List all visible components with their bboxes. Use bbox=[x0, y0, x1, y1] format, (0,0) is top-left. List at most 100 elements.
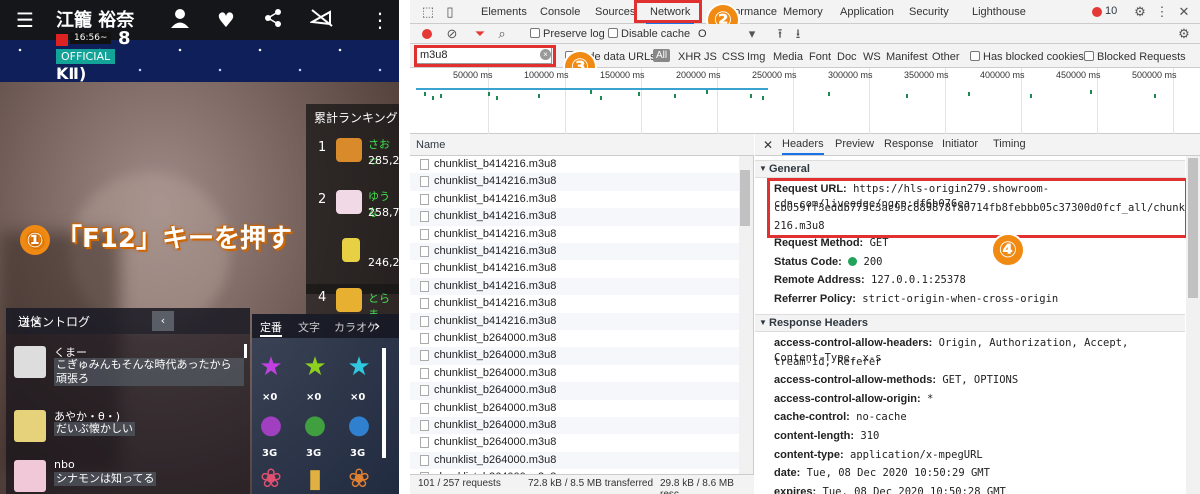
upload-icon[interactable]: ⭱ bbox=[772, 26, 788, 42]
tab-console[interactable]: Console bbox=[536, 0, 584, 24]
heart-plus-icon[interactable]: ♥ bbox=[217, 8, 235, 32]
daruma-gift-icon[interactable]: ● bbox=[344, 410, 374, 440]
ranking-row[interactable]: 4 とらま bbox=[306, 284, 399, 321]
filter-xhr[interactable]: XHR bbox=[678, 50, 701, 64]
filter-js[interactable]: JS bbox=[704, 50, 717, 64]
device-toolbar-icon[interactable]: ▯ bbox=[442, 4, 458, 20]
filter-manifest[interactable]: Manifest bbox=[886, 50, 928, 64]
tab-response[interactable]: Response bbox=[884, 138, 934, 150]
ranking-row[interactable]: 2 ゆうな 258,74 bbox=[306, 186, 399, 238]
star-gift-icon[interactable]: ★ bbox=[300, 352, 330, 382]
gift-scrollbar[interactable] bbox=[382, 348, 386, 458]
close-icon[interactable]: ✕ bbox=[1176, 4, 1192, 20]
tab-security[interactable]: Security bbox=[905, 0, 953, 24]
share-icon[interactable] bbox=[264, 8, 282, 33]
request-row[interactable]: chunklist_b414216.m3u8 bbox=[410, 260, 740, 278]
chevron-left-icon[interactable]: ‹ bbox=[152, 311, 174, 331]
request-row[interactable]: chunklist_b264000.m3u8 bbox=[410, 451, 740, 470]
ranking-row[interactable]: 1 さおっ 285,2 bbox=[306, 134, 399, 186]
filter-media[interactable]: Media bbox=[773, 50, 803, 64]
more-vert-icon[interactable]: ⋮ bbox=[1154, 4, 1170, 20]
download-icon[interactable]: ⭳ bbox=[790, 26, 806, 42]
ranking-row[interactable]: 246,2 bbox=[306, 234, 399, 286]
mute-icon[interactable] bbox=[308, 8, 334, 33]
filter-css[interactable]: CSS bbox=[722, 50, 745, 64]
gift-icon[interactable]: ▮ bbox=[300, 464, 330, 494]
throttle-select[interactable]: O bbox=[698, 27, 707, 41]
request-row[interactable]: chunklist_b414216.m3u8 bbox=[410, 295, 740, 313]
filter-doc[interactable]: Doc bbox=[837, 50, 857, 64]
more-vert-icon[interactable]: ⋮ bbox=[370, 8, 390, 32]
preserve-log-checkbox[interactable]: Preserve log bbox=[530, 27, 605, 41]
star-gift-icon[interactable]: ★ bbox=[344, 352, 374, 382]
request-row[interactable]: chunklist_b414216.m3u8 bbox=[410, 190, 740, 209]
tab-application[interactable]: Application bbox=[836, 0, 898, 24]
gear-icon[interactable]: ⚙ bbox=[1132, 4, 1148, 20]
request-row[interactable]: chunklist_b264000.m3u8 bbox=[410, 382, 740, 400]
record-icon[interactable] bbox=[422, 29, 432, 39]
daruma-gift-icon[interactable]: ● bbox=[256, 410, 286, 440]
tab-initiator[interactable]: Initiator bbox=[942, 138, 978, 150]
filter-icon[interactable]: ⏷ bbox=[472, 26, 488, 42]
gift-icon[interactable]: ❀ bbox=[344, 464, 374, 494]
network-overview[interactable]: 50000 ms 100000 ms 150000 ms 200000 ms 2… bbox=[410, 68, 1200, 134]
blocked-cookies-checkbox[interactable]: Has blocked cookies bbox=[970, 50, 1084, 64]
error-count[interactable]: 10 bbox=[1105, 5, 1117, 17]
close-icon[interactable]: ✕ bbox=[763, 138, 773, 152]
daruma-gift-icon[interactable]: ● bbox=[300, 410, 330, 440]
response-header-row: cache-control: no-cache bbox=[774, 411, 907, 424]
response-headers-section[interactable]: ▼ Response Headers bbox=[755, 314, 1185, 332]
tab-elements[interactable]: Elements bbox=[477, 0, 531, 24]
request-row[interactable]: chunklist_b264000.m3u8 bbox=[410, 364, 740, 383]
tab-sources[interactable]: Sources bbox=[591, 0, 639, 24]
tab-memory[interactable]: Memory bbox=[779, 0, 827, 24]
filter-other[interactable]: Other bbox=[932, 50, 960, 64]
ranking-panel[interactable]: 累計ランキング 1 さおっ 285,2 2 ゆうな 258,74 246,2 bbox=[306, 104, 399, 294]
filter-ws[interactable]: WS bbox=[863, 50, 881, 64]
filter-all[interactable]: All bbox=[653, 49, 671, 62]
gift-tab-text[interactable]: 文字 bbox=[298, 319, 320, 335]
user-icon[interactable] bbox=[170, 8, 190, 33]
blocked-requests-checkbox[interactable]: Blocked Requests bbox=[1084, 50, 1186, 64]
tab-headers[interactable]: Headers bbox=[782, 138, 824, 155]
gift-tab-standard[interactable]: 定番 bbox=[260, 319, 282, 337]
request-row[interactable]: chunklist_b414216.m3u8 bbox=[410, 173, 740, 191]
tab-timing[interactable]: Timing bbox=[993, 138, 1026, 150]
request-row[interactable]: chunklist_b264000.m3u8 bbox=[410, 347, 740, 365]
clear-icon[interactable]: ⊘ bbox=[444, 26, 460, 42]
avatar bbox=[14, 460, 46, 492]
request-row[interactable]: chunklist_b414216.m3u8 bbox=[410, 208, 740, 226]
request-row[interactable]: chunklist_b264000.m3u8 bbox=[410, 434, 740, 452]
general-section-header[interactable]: ▼ General bbox=[755, 160, 1185, 178]
request-row[interactable]: chunklist_b264000.m3u8 bbox=[410, 399, 740, 417]
request-row[interactable]: chunklist_b414216.m3u8 bbox=[410, 312, 740, 330]
detail-scrollbar-thumb[interactable] bbox=[1188, 158, 1198, 298]
tab-lighthouse[interactable]: Lighthouse bbox=[968, 0, 1030, 24]
comment-scrollbar[interactable] bbox=[244, 344, 247, 358]
star-gift-icon[interactable]: ★ bbox=[256, 352, 286, 382]
gear-icon[interactable]: ⚙ bbox=[1176, 26, 1192, 42]
filter-font[interactable]: Font bbox=[809, 50, 831, 64]
request-row[interactable]: chunklist_b414216.m3u8 bbox=[410, 277, 740, 296]
response-header-row: tream-id, Referer bbox=[774, 355, 882, 368]
name-column-header[interactable]: Name bbox=[416, 139, 445, 151]
request-row[interactable]: chunklist_b264000.m3u8 bbox=[410, 417, 740, 435]
request-scrollbar-thumb[interactable] bbox=[740, 170, 750, 226]
search-icon[interactable]: ⌕ bbox=[494, 26, 510, 42]
menu-icon[interactable]: ☰ bbox=[16, 8, 34, 32]
request-row[interactable]: chunklist_b264000.m3u8 bbox=[410, 330, 740, 348]
filter-img[interactable]: Img bbox=[747, 50, 765, 64]
send-label[interactable]: 送信 bbox=[18, 313, 42, 330]
gift-tab-karaoke[interactable]: カラオケ bbox=[334, 319, 378, 335]
gift-icon[interactable]: ❀ bbox=[256, 464, 286, 494]
disable-cache-checkbox[interactable]: Disable cache bbox=[608, 27, 690, 41]
inspect-icon[interactable]: ⬚ bbox=[420, 4, 436, 20]
avatar bbox=[336, 288, 362, 312]
chevron-right-icon[interactable]: › bbox=[374, 316, 380, 335]
dropdown-icon[interactable]: ▾ bbox=[744, 26, 760, 42]
request-row[interactable]: chunklist_b414216.m3u8 bbox=[410, 225, 740, 243]
tab-preview[interactable]: Preview bbox=[835, 138, 874, 150]
request-method: Request Method: GET bbox=[774, 237, 889, 249]
request-row[interactable]: chunklist_b414216.m3u8 bbox=[410, 243, 740, 261]
request-row[interactable]: chunklist_b414216.m3u8 bbox=[410, 156, 740, 174]
